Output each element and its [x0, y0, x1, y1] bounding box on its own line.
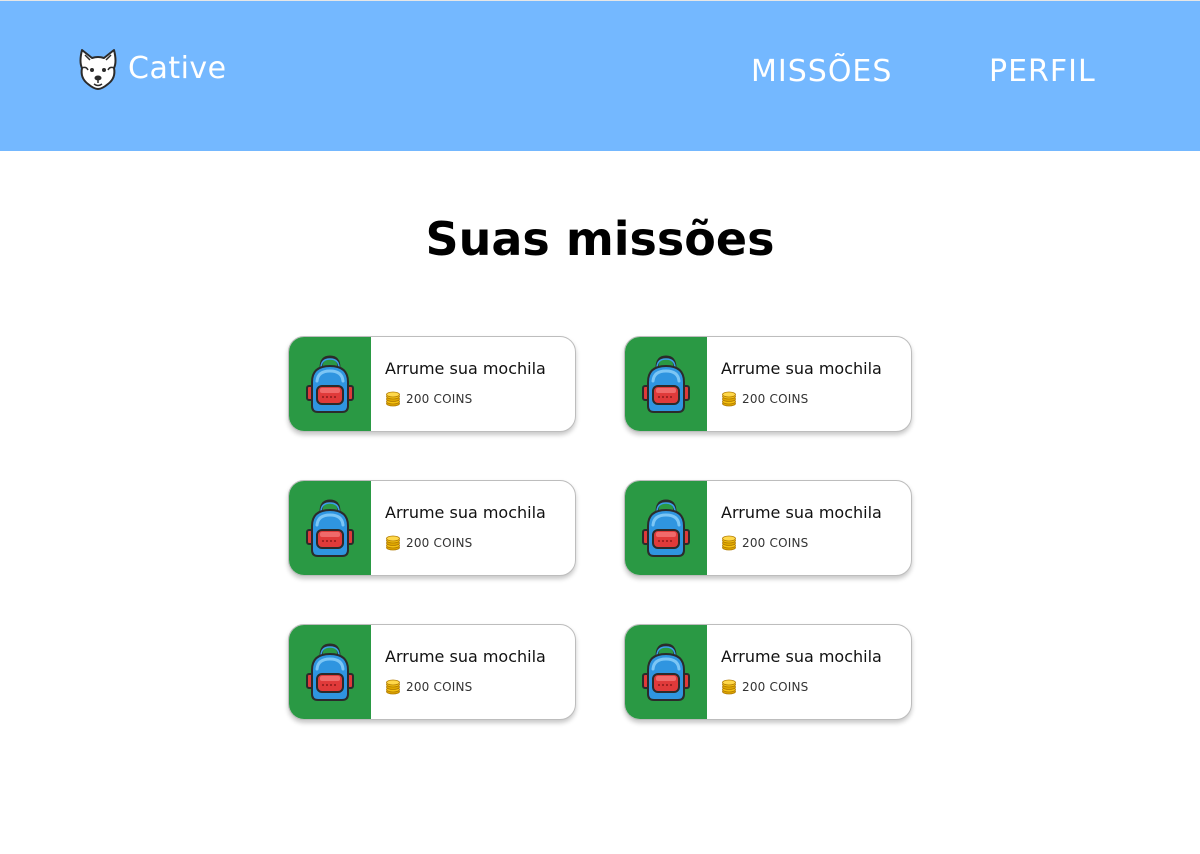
mission-reward: 200 COINS [721, 679, 882, 695]
mission-info: Arrume sua mochila 200 COINS [707, 337, 882, 431]
mission-thumbnail [625, 481, 707, 575]
mission-reward: 200 COINS [385, 535, 546, 551]
mission-title: Arrume sua mochila [385, 359, 546, 378]
mission-reward: 200 COINS [721, 391, 882, 407]
mission-title: Arrume sua mochila [721, 503, 882, 522]
backpack-icon [642, 643, 690, 701]
mission-reward: 200 COINS [721, 535, 882, 551]
mission-title: Arrume sua mochila [385, 503, 546, 522]
mission-thumbnail [625, 625, 707, 719]
coins-icon [722, 535, 736, 551]
mission-grid: Arrume sua mochila 200 COINS Arrume sua … [288, 336, 912, 720]
dog-icon [79, 49, 117, 90]
reward-label: 200 COINS [742, 680, 809, 694]
mission-thumbnail [625, 337, 707, 431]
mission-info: Arrume sua mochila 200 COINS [707, 481, 882, 575]
mission-title: Arrume sua mochila [385, 647, 546, 666]
reward-label: 200 COINS [406, 536, 473, 550]
mission-card-1[interactable]: Arrume sua mochila 200 COINS [288, 336, 576, 432]
mission-card-5[interactable]: Arrume sua mochila 200 COINS [288, 624, 576, 720]
backpack-icon [306, 355, 354, 413]
mission-title: Arrume sua mochila [721, 647, 882, 666]
backpack-icon [642, 499, 690, 557]
mission-info: Arrume sua mochila 200 COINS [371, 625, 546, 719]
mission-title: Arrume sua mochila [721, 359, 882, 378]
page-title: Suas missões [425, 212, 775, 266]
mission-info: Arrume sua mochila 200 COINS [707, 625, 882, 719]
coins-icon [386, 391, 400, 407]
mission-thumbnail [289, 481, 371, 575]
mission-card-2[interactable]: Arrume sua mochila 200 COINS [624, 336, 912, 432]
mission-card-6[interactable]: Arrume sua mochila 200 COINS [624, 624, 912, 720]
reward-label: 200 COINS [406, 680, 473, 694]
backpack-icon [306, 643, 354, 701]
reward-label: 200 COINS [742, 392, 809, 406]
nav-missions-link[interactable]: MISSÕES [751, 57, 892, 87]
reward-label: 200 COINS [406, 392, 473, 406]
mission-reward: 200 COINS [385, 391, 546, 407]
backpack-icon [306, 499, 354, 557]
nav-profile-link[interactable]: PERFIL [989, 57, 1096, 87]
mission-reward: 200 COINS [385, 679, 546, 695]
coins-icon [722, 391, 736, 407]
mission-info: Arrume sua mochila 200 COINS [371, 481, 546, 575]
mission-thumbnail [289, 337, 371, 431]
reward-label: 200 COINS [742, 536, 809, 550]
mission-thumbnail [289, 625, 371, 719]
mission-info: Arrume sua mochila 200 COINS [371, 337, 546, 431]
backpack-icon [642, 355, 690, 413]
mission-card-3[interactable]: Arrume sua mochila 200 COINS [288, 480, 576, 576]
coins-icon [722, 679, 736, 695]
brand-home-link[interactable]: Cative [76, 48, 227, 90]
coins-icon [386, 679, 400, 695]
top-header: Cative MISSÕES PERFIL [0, 0, 1200, 151]
coins-icon [386, 535, 400, 551]
brand-name: Cative [128, 51, 227, 86]
mission-card-4[interactable]: Arrume sua mochila 200 COINS [624, 480, 912, 576]
